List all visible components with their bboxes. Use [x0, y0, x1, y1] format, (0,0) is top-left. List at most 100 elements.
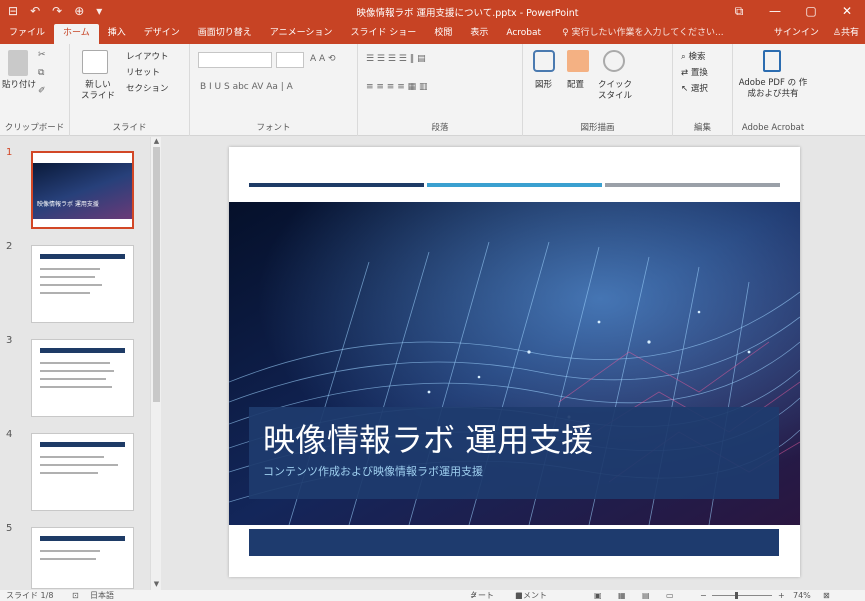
font-family-select[interactable]: [198, 52, 272, 68]
ribbon-display-options-icon[interactable]: ⧉: [721, 0, 757, 22]
thumbnail-preview: [31, 527, 134, 589]
tab-insert[interactable]: 挿入: [99, 24, 135, 44]
paste-icon[interactable]: [8, 50, 28, 76]
pdf-create-icon[interactable]: [763, 50, 781, 72]
reset-button[interactable]: リセット: [126, 68, 160, 79]
thumbnail-text-line: [40, 292, 90, 294]
thumbnail-header: [40, 348, 125, 353]
thumbnail-text-line: [40, 378, 106, 380]
slide-number: 2: [6, 241, 13, 252]
paste-button[interactable]: 貼り付け: [2, 80, 36, 91]
spellcheck-icon[interactable]: ⊡: [72, 590, 79, 601]
drawing-group: 図形 配置 クイック スタイル 図形描画: [523, 44, 673, 136]
maximize-icon[interactable]: ▢: [793, 0, 829, 22]
zoom-in-icon[interactable]: +: [778, 590, 785, 601]
slide-thumbnails-panel: 1 映像情報ラボ 運用支援 2 3 4 5: [0, 137, 160, 590]
replace-button[interactable]: ⇄ 置換: [681, 68, 708, 79]
thumbnail-image: [33, 163, 132, 219]
tab-slideshow[interactable]: スライド ショー: [341, 24, 425, 44]
save-icon[interactable]: ⊟: [8, 0, 18, 22]
clipboard-group: 貼り付け ✂ ⧉ ✐ クリップボード: [0, 44, 70, 136]
format-painter-icon[interactable]: ✐: [38, 86, 46, 96]
thumbnail-text-line: [40, 370, 114, 372]
window-title: 映像情報ラボ 運用支援について.pptx - PowerPoint: [356, 8, 579, 19]
zoom-slider[interactable]: [712, 595, 772, 596]
shapes-button[interactable]: 図形: [535, 80, 552, 91]
slide-number: 4: [6, 429, 13, 440]
thumbnail-text-line: [40, 472, 98, 474]
quick-styles-icon[interactable]: [603, 50, 625, 72]
select-button[interactable]: ↖ 選択: [681, 84, 708, 95]
thumbnail-preview: [31, 245, 134, 323]
shapes-icon[interactable]: [533, 50, 555, 72]
paragraph-label: 段落: [431, 123, 449, 133]
bullets-icon[interactable]: ☰ ☰ ☰ ☰ ‖ ▤: [366, 54, 426, 64]
scrollbar-thumb[interactable]: [153, 147, 160, 402]
thumbnail-text-line: [40, 362, 110, 364]
quick-styles-button[interactable]: クイック スタイル: [595, 80, 635, 102]
language-indicator[interactable]: 日本語: [90, 590, 114, 601]
accent-line-blue: [427, 183, 602, 187]
arrange-icon[interactable]: [567, 50, 589, 72]
slide-thumbnail-3[interactable]: 3: [0, 335, 150, 417]
cut-icon[interactable]: ✂: [38, 50, 46, 60]
layout-button[interactable]: レイアウト: [126, 52, 169, 63]
slide-subtitle[interactable]: コンテンツ作成および映像情報ラボ運用支援: [263, 463, 483, 479]
start-slideshow-icon[interactable]: ⊕: [74, 0, 84, 22]
zoom-slider-thumb[interactable]: [735, 592, 738, 599]
tab-design[interactable]: デザイン: [135, 24, 189, 44]
font-group: A A ⟲ B I U S abc AV Aa | A フォント: [190, 44, 358, 136]
new-slide-button[interactable]: 新しい スライド: [80, 80, 116, 102]
slide-thumbnail-4[interactable]: 4: [0, 429, 150, 511]
customize-toolbar-icon[interactable]: ▾: [96, 0, 102, 22]
ribbon-tabs: ファイル ホーム 挿入 デザイン 画面切り替え アニメーション スライド ショー…: [0, 22, 865, 44]
reading-view-icon[interactable]: ▤: [642, 590, 650, 601]
sign-in-link[interactable]: サインイン: [766, 24, 827, 44]
copy-icon[interactable]: ⧉: [38, 68, 44, 78]
tab-home[interactable]: ホーム: [54, 24, 99, 44]
tab-transitions[interactable]: 画面切り替え: [189, 24, 261, 44]
tab-acrobat[interactable]: Acrobat: [497, 24, 550, 44]
redo-icon[interactable]: ↷: [52, 0, 62, 22]
tell-me-text: 実行したい作業を入力してください...: [571, 28, 724, 38]
lightbulb-icon: ♀: [562, 28, 572, 38]
minimize-icon[interactable]: —: [757, 0, 793, 22]
acrobat-label: Adobe Acrobat: [741, 123, 805, 133]
editing-label: 編集: [693, 123, 711, 133]
thumbnail-title: 映像情報ラボ 運用支援: [37, 201, 99, 208]
tab-review[interactable]: 校閲: [425, 24, 461, 44]
fit-to-window-icon[interactable]: ⊠: [823, 590, 830, 601]
zoom-out-icon[interactable]: −: [700, 590, 707, 601]
tell-me-box[interactable]: ♀ 実行したい作業を入力してください...: [556, 24, 730, 44]
align-icons[interactable]: ≡ ≡ ≡ ≡ ▦ ▥: [366, 82, 427, 92]
normal-view-icon[interactable]: ▣: [594, 590, 602, 601]
tab-animations[interactable]: アニメーション: [261, 24, 342, 44]
grow-font-icon[interactable]: A A ⟲: [310, 54, 336, 64]
slide-sorter-icon[interactable]: ▦: [618, 590, 626, 601]
arrange-button[interactable]: 配置: [567, 80, 584, 91]
thumbnail-preview: 映像情報ラボ 運用支援: [31, 151, 134, 229]
tab-view[interactable]: 表示: [461, 24, 497, 44]
thumbnail-scrollbar[interactable]: ▲ ▼: [150, 137, 161, 590]
bottom-accent-bar: [249, 529, 779, 556]
slide-number: 3: [6, 335, 13, 346]
slideshow-view-icon[interactable]: ▭: [666, 590, 674, 601]
tab-file[interactable]: ファイル: [0, 24, 54, 44]
close-icon[interactable]: ✕: [829, 0, 865, 22]
font-size-select[interactable]: [276, 52, 304, 68]
section-button[interactable]: セクション: [126, 84, 169, 95]
zoom-level[interactable]: 74%: [793, 590, 811, 601]
new-slide-icon[interactable]: [82, 50, 108, 74]
slide-thumbnail-2[interactable]: 2: [0, 241, 150, 323]
cursor-icon: ↖: [681, 84, 691, 94]
slide-title[interactable]: 映像情報ラボ 運用支援: [263, 415, 593, 461]
window-controls: ⧉ — ▢ ✕: [721, 0, 865, 22]
create-pdf-button[interactable]: Adobe PDF の 作成および共有: [737, 78, 809, 100]
share-button[interactable]: ♙共有: [827, 24, 865, 44]
find-button[interactable]: ⌕ 検索: [681, 52, 705, 63]
font-format-row[interactable]: B I U S abc AV Aa | A: [200, 82, 293, 92]
current-slide[interactable]: 映像情報ラボ 運用支援 コンテンツ作成および映像情報ラボ運用支援: [229, 147, 800, 577]
undo-icon[interactable]: ↶: [30, 0, 40, 22]
slide-thumbnail-1[interactable]: 1 映像情報ラボ 運用支援: [0, 147, 150, 229]
quick-access-toolbar: ⊟ ↶ ↷ ⊕ ▾: [0, 0, 102, 22]
